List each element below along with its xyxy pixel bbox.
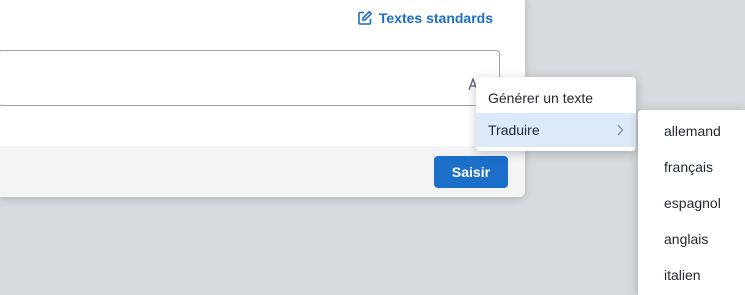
editor-panel: Textes standards Saisir	[0, 0, 525, 197]
standard-texts-link[interactable]: Textes standards	[357, 10, 493, 26]
language-option-english[interactable]: anglais	[638, 222, 745, 256]
language-option-italian[interactable]: italien	[638, 258, 745, 292]
translate-submenu: allemand français espagnol anglais itali…	[638, 110, 745, 295]
language-label: italien	[664, 267, 701, 283]
menu-item-generate-text[interactable]: Générer un texte	[476, 81, 636, 115]
language-option-french[interactable]: français	[638, 150, 745, 184]
language-option-spanish[interactable]: espagnol	[638, 186, 745, 220]
language-label: allemand	[664, 123, 721, 139]
menu-item-label: Générer un texte	[488, 90, 594, 106]
language-label: espagnol	[664, 195, 721, 211]
text-input-area[interactable]	[0, 50, 500, 106]
edit-square-icon	[358, 10, 373, 25]
standard-texts-label: Textes standards	[378, 10, 493, 26]
language-label: français	[664, 159, 714, 175]
save-button[interactable]: Saisir	[434, 156, 508, 188]
context-menu: Générer un texte Traduire	[476, 77, 636, 151]
chevron-right-icon	[617, 124, 624, 136]
menu-item-label: Traduire	[488, 122, 540, 138]
language-label: anglais	[664, 231, 709, 247]
menu-item-translate[interactable]: Traduire	[476, 113, 636, 147]
language-option-german[interactable]: allemand	[638, 114, 745, 148]
